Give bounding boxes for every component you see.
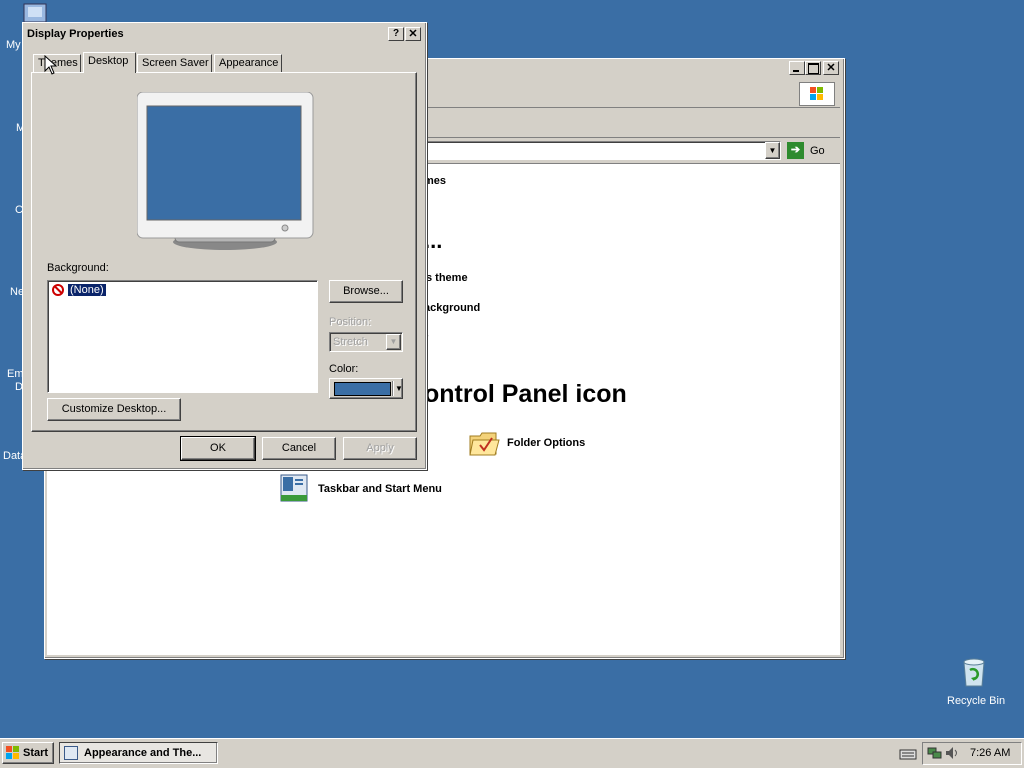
background-list[interactable]: (None) bbox=[47, 280, 318, 393]
ok-button[interactable]: OK bbox=[180, 436, 256, 461]
windows-logo-icon bbox=[799, 82, 835, 106]
task-link-0[interactable]: mes bbox=[424, 175, 446, 187]
folder-options-label[interactable]: Folder Options bbox=[507, 437, 585, 449]
system-tray: 7:26 AM bbox=[922, 742, 1022, 765]
monitor-icon bbox=[136, 91, 314, 250]
keyboard-icon[interactable] bbox=[899, 747, 917, 761]
taskbar: Start Appearance and The... 7:26 AM bbox=[0, 738, 1024, 768]
minimize-button[interactable] bbox=[789, 61, 805, 75]
mouse-cursor-icon bbox=[44, 54, 58, 75]
start-button[interactable]: Start bbox=[2, 742, 54, 764]
tab-appearance[interactable]: Appearance bbox=[214, 54, 282, 72]
position-dropdown-button: ▼ bbox=[386, 334, 401, 350]
chevron-down-icon: ▼ bbox=[389, 337, 398, 346]
desktop-icon-label-0[interactable]: My bbox=[6, 39, 21, 51]
tab-desktop[interactable]: Desktop bbox=[83, 52, 136, 73]
position-label: Position: bbox=[329, 316, 372, 328]
apply-button[interactable]: Apply bbox=[343, 437, 417, 460]
taskbar-start-menu-icon[interactable] bbox=[279, 473, 311, 505]
tab-appearance-label: Appearance bbox=[219, 57, 279, 69]
no-entry-icon bbox=[52, 284, 64, 296]
close-icon: ✕ bbox=[408, 28, 418, 40]
help-icon: ? bbox=[392, 28, 400, 39]
chevron-down-icon: ▼ bbox=[768, 146, 777, 155]
browse-label: Browse... bbox=[343, 285, 389, 297]
position-value: Stretch bbox=[333, 336, 368, 348]
cancel-button[interactable]: Cancel bbox=[262, 437, 336, 460]
monitor-preview bbox=[136, 91, 317, 252]
go-arrow-icon: ➔ bbox=[787, 142, 804, 159]
dialog-close-button[interactable]: ✕ bbox=[405, 27, 421, 41]
background-label: Background: bbox=[47, 262, 109, 274]
start-label: Start bbox=[23, 747, 49, 759]
color-swatch bbox=[334, 382, 391, 396]
help-button[interactable]: ? bbox=[388, 27, 404, 41]
control-panel-small-icon bbox=[64, 746, 78, 760]
color-dropdown-divider bbox=[392, 381, 394, 396]
folder-options-icon[interactable] bbox=[468, 428, 500, 458]
address-dropdown-button[interactable]: ▼ bbox=[765, 142, 780, 159]
address-input[interactable] bbox=[415, 141, 781, 160]
position-select: Stretch ▼ bbox=[329, 332, 403, 352]
dialog-title: Display Properties bbox=[27, 28, 124, 40]
customize-desktop-label: Customize Desktop... bbox=[61, 403, 167, 415]
task-link-3[interactable]: ackground bbox=[424, 302, 480, 314]
close-icon: ✕ bbox=[826, 62, 836, 74]
taskbar-button-appearance[interactable]: Appearance and The... bbox=[59, 742, 218, 764]
windows-flag-icon bbox=[6, 746, 20, 760]
browse-button[interactable]: Browse... bbox=[329, 280, 403, 303]
background-item-label: (None) bbox=[67, 283, 107, 297]
minimize-icon bbox=[793, 70, 799, 72]
tab-screen-saver-label: Screen Saver bbox=[142, 57, 209, 69]
close-button[interactable]: ✕ bbox=[823, 61, 839, 75]
network-icon[interactable] bbox=[927, 746, 943, 760]
customize-desktop-button[interactable]: Customize Desktop... bbox=[47, 398, 181, 421]
recycle-bin-icon[interactable] bbox=[958, 656, 990, 688]
task-link-2[interactable]: s theme bbox=[426, 272, 468, 284]
color-label: Color: bbox=[329, 363, 359, 375]
apply-label: Apply bbox=[366, 442, 394, 454]
cp-icon-heading: ontrol Panel icon bbox=[424, 380, 627, 408]
chevron-down-icon: ▼ bbox=[395, 384, 403, 393]
tab-desktop-label: Desktop bbox=[88, 55, 129, 67]
maximize-icon bbox=[808, 63, 819, 74]
volume-icon[interactable] bbox=[945, 746, 959, 760]
go-label: Go bbox=[810, 145, 825, 157]
taskbar-button-label: Appearance and The... bbox=[84, 747, 202, 759]
display-properties-dialog: Display Properties ? ✕ Themes Desktop Sc… bbox=[22, 22, 427, 470]
tab-screen-saver[interactable]: Screen Saver bbox=[137, 54, 212, 72]
recycle-bin-label[interactable]: Recycle Bin bbox=[947, 695, 1005, 707]
ok-label: OK bbox=[210, 442, 226, 454]
clock[interactable]: 7:26 AM bbox=[970, 747, 1010, 759]
tab-strip: Themes Desktop Screen Saver Appearance bbox=[33, 52, 413, 74]
cancel-label: Cancel bbox=[281, 442, 317, 454]
color-picker-button[interactable]: ▼ bbox=[329, 378, 403, 399]
go-button[interactable]: ➔ Go bbox=[786, 141, 836, 161]
maximize-button[interactable] bbox=[805, 61, 821, 75]
taskbar-start-menu-label[interactable]: Taskbar and Start Menu bbox=[318, 483, 442, 495]
